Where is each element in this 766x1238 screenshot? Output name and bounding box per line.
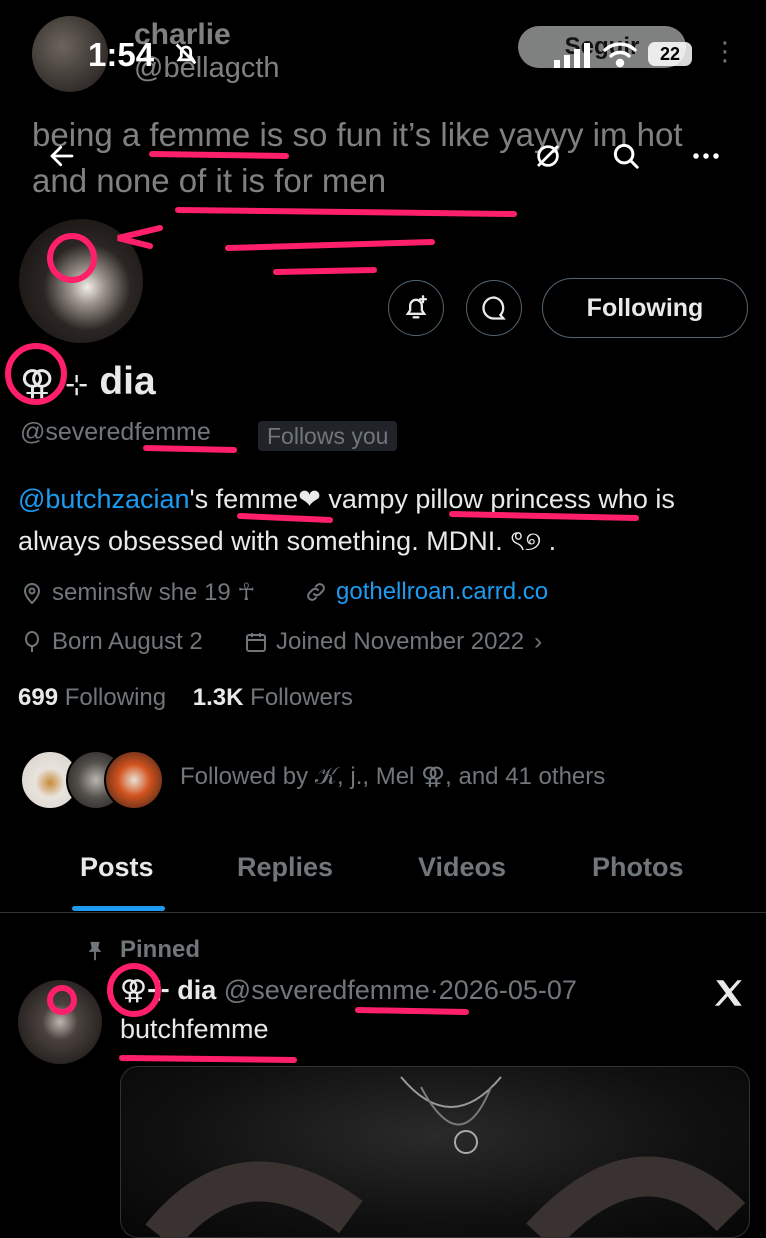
follow-counts: 699 Following 1.3K Followers [18,684,353,712]
grok-button[interactable] [522,130,574,182]
notifications-button[interactable] [388,280,444,336]
post-author-name[interactable]: ⚢⊹ dia [120,975,216,1005]
display-name-text: dia [99,360,156,403]
necklace-photo-icon [145,1076,746,1237]
wifi-icon [602,40,638,73]
website-row[interactable]: gothellroan.carrd.co [304,578,548,606]
following-count-link[interactable]: 699 Following [18,684,166,711]
post-date[interactable]: 2026-05-07 [439,975,577,1005]
location-row: seminsfw she 19 ☥ [20,578,255,607]
post-text: butchfemme [120,1014,269,1044]
signal-icon [552,42,592,73]
profile-avatar[interactable] [16,216,146,346]
search-button[interactable] [600,130,652,182]
more-horizontal-icon [693,153,719,159]
back-button[interactable] [36,130,88,182]
tabs-divider [0,912,766,913]
balloon-icon [25,631,39,652]
pinned-label: Pinned [120,936,201,963]
more-button[interactable] [680,130,732,182]
follower-avatar-3[interactable] [104,750,164,810]
calendar-icon [246,633,266,652]
post-author-avatar[interactable] [18,980,102,1064]
joined-text: Joined November 2022 [276,628,525,655]
birthday-row: Born August 2 [20,628,203,656]
sapphic-symbol-icon: ⚢ [20,364,55,402]
more-vertical-icon: ⋮ [712,36,738,66]
birthday-text: Born August 2 [52,628,203,655]
tab-photos[interactable]: Photos [592,852,684,883]
x-logo-icon[interactable] [712,976,746,1015]
battery-icon: 22 [648,42,692,66]
location-text: seminsfw she 19 ☥ [52,579,256,606]
pin-icon [84,938,106,969]
tab-replies[interactable]: Replies [237,852,333,883]
joined-row[interactable]: Joined November 2022 › [244,628,542,656]
website-link[interactable]: gothellroan.carrd.co [336,578,548,606]
chevron-right-icon: › [534,628,543,655]
tab-videos[interactable]: Videos [418,852,506,883]
bell-plus-icon [405,295,428,319]
tab-posts[interactable]: Posts [80,852,154,883]
follows-you-badge: Follows you [258,421,398,451]
post-header: ⚢⊹ dia @severedfemme·2026-05-07 [120,975,577,1006]
link-icon [307,583,325,601]
active-tab-indicator [72,906,165,911]
message-button[interactable] [466,280,522,336]
silent-bell-icon [172,40,200,73]
bio-mention-link[interactable]: @butchzacian [18,484,190,514]
grok-icon [537,145,559,167]
profile-bio: @butchzacian's femme❤ vampy pillow princ… [18,478,748,562]
post-author-handle[interactable]: @severedfemme [224,975,430,1005]
chat-bubble-icon [482,296,506,320]
search-icon [613,143,639,169]
status-time: 1:54 [88,36,155,73]
following-button[interactable]: Following [542,278,748,338]
profile-handle: @severedfemme [20,418,211,446]
back-arrow-icon [50,145,74,167]
post-media-image[interactable] [120,1066,750,1238]
profile-display-name: ⚢ ⊹ dia [20,360,156,404]
sparkle-icon: ⊹ [65,369,89,400]
followers-count-link[interactable]: 1.3K Followers [193,684,353,711]
post-separator: · [429,975,439,1005]
location-pin-icon [23,582,41,604]
overlay-author-handle: @bellagcth [134,52,280,84]
followed-by-text[interactable]: Followed by 𝒦, j., Mel ⚢, and 41 others [180,762,605,791]
